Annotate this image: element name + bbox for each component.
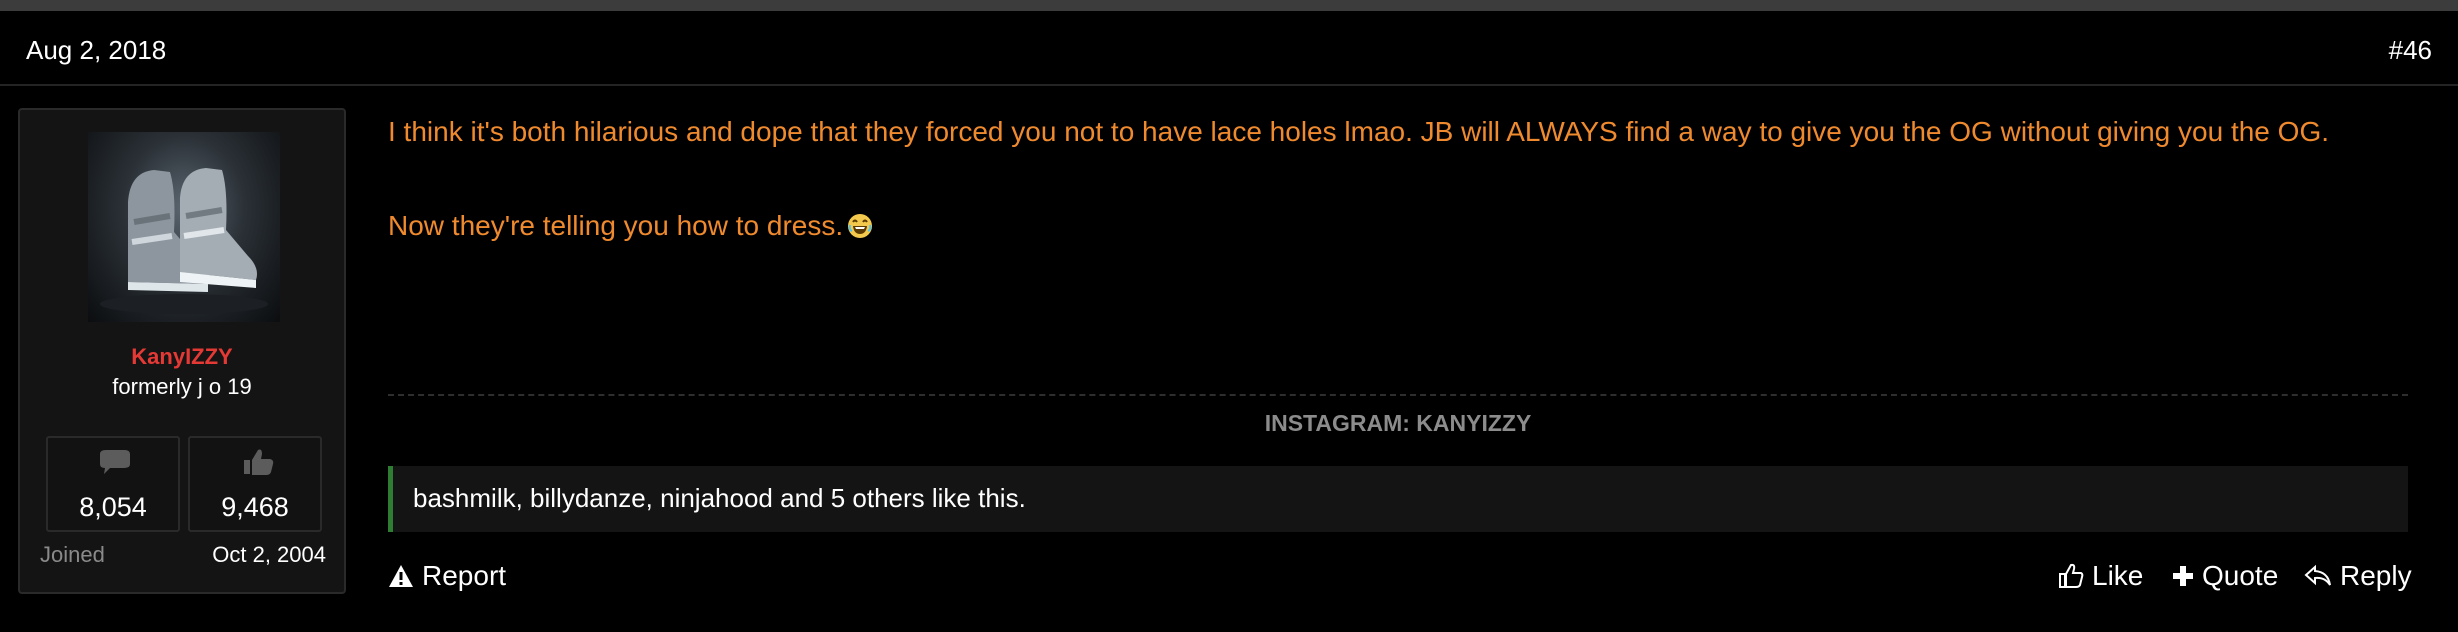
like-button[interactable]: Like <box>2058 560 2143 592</box>
messages-count: 8,054 <box>79 492 147 522</box>
reply-icon <box>2304 564 2331 586</box>
post-number-link[interactable]: #46 <box>2389 35 2432 66</box>
messages-stat: 8,054 <box>46 436 180 532</box>
likes-bar: bashmilk, billydanze, ninjahood and 5 ot… <box>388 466 2408 532</box>
post-date-link[interactable]: Aug 2, 2018 <box>26 35 166 66</box>
signature: INSTAGRAM: KANYIZZY <box>1264 410 1532 436</box>
message-paragraph-1: I think it's both hilarious and dope tha… <box>388 116 2329 147</box>
quote-label: Quote <box>2202 560 2279 591</box>
user-card: KanyIZZY formerly j o 19 8,054 9,468 Joi… <box>18 108 346 594</box>
thumbs-up-icon <box>190 448 320 478</box>
comments-icon <box>48 448 178 478</box>
joined-label: Joined <box>40 542 105 567</box>
joined-date: Oct 2, 2004 <box>212 542 326 567</box>
avatar[interactable] <box>88 132 280 322</box>
top-divider <box>0 0 2458 11</box>
reply-label: Reply <box>2340 560 2412 591</box>
reactions-stat: 9,468 <box>188 436 322 532</box>
reply-button[interactable]: Reply <box>2304 560 2412 592</box>
plus-icon <box>2173 566 2193 586</box>
user-title: formerly j o 19 <box>112 374 252 399</box>
report-button[interactable]: Report <box>388 560 506 592</box>
message-paragraph-2: Now they're telling you how to dress. <box>388 202 2408 249</box>
post-header: Aug 2, 2018 #46 <box>0 11 2458 86</box>
laughing-emoji-icon <box>847 206 873 238</box>
message-paragraph-2-text: Now they're telling you how to dress. <box>388 210 844 241</box>
message-body: I think it's both hilarious and dope tha… <box>388 108 2408 249</box>
thumbs-up-outline-icon <box>2059 563 2084 588</box>
warning-icon <box>389 565 413 587</box>
report-label: Report <box>422 560 507 591</box>
quote-button[interactable]: Quote <box>2172 560 2278 592</box>
like-label: Like <box>2092 560 2144 591</box>
likes-summary[interactable]: bashmilk, billydanze, ninjahood and 5 ot… <box>413 483 1026 514</box>
reactions-count: 9,468 <box>221 492 289 522</box>
username[interactable]: KanyIZZY <box>20 344 344 370</box>
signature-divider <box>388 394 2408 396</box>
